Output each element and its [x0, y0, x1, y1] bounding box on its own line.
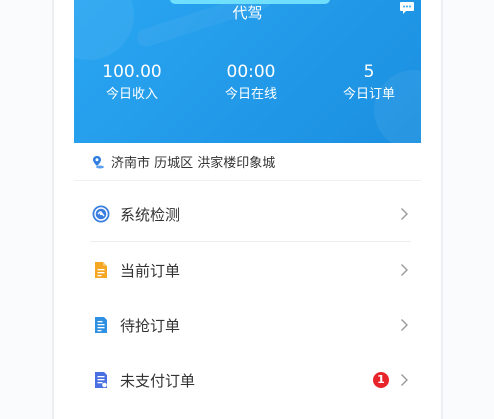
- chat-bubble-icon[interactable]: [399, 1, 415, 15]
- stat-value: 100.00: [102, 62, 162, 82]
- menu-item-label: 系统检测: [120, 205, 181, 224]
- stat-label: 今日订单: [342, 87, 395, 102]
- stat-value: 5: [363, 62, 375, 82]
- menu-item-system-check[interactable]: 系统检测: [74, 186, 421, 242]
- page-title: 代驾: [232, 4, 263, 22]
- stat-label: 今日收入: [105, 87, 158, 102]
- stat-today-online: 00:00 今日在线: [196, 62, 306, 104]
- frame-background-left: [0, 0, 52, 419]
- menu-item-unpaid-orders[interactable]: 未支付订单 1: [74, 352, 421, 408]
- unpaid-order-icon: [95, 372, 107, 388]
- pending-order-icon: [95, 317, 107, 333]
- unread-count-badge: 1: [373, 372, 389, 388]
- dashboard-header: 代驾 100.00 今日收入 00:00 今日在线 5 今日订单: [74, 0, 421, 143]
- app-screen: 代驾 100.00 今日收入 00:00 今日在线 5 今日订单 济南市 历城区…: [54, 0, 441, 419]
- location-bar[interactable]: 济南市 历城区 洪家楼印象城: [74, 143, 421, 181]
- menu-item-label: 待抢订单: [120, 316, 181, 335]
- menu-item-current-orders[interactable]: 当前订单: [74, 242, 421, 298]
- chevron-right-icon: [401, 319, 408, 331]
- chevron-right-icon: [401, 208, 408, 220]
- stat-today-orders: 5 今日订单: [314, 62, 421, 104]
- frame-edge-right: [441, 0, 443, 419]
- chevron-right-icon: [401, 264, 408, 276]
- system-check-icon: [92, 205, 110, 223]
- menu-item-pending-orders[interactable]: 待抢订单: [74, 297, 421, 353]
- current-order-icon: [95, 262, 107, 278]
- stat-today-income: 100.00 今日收入: [77, 62, 187, 104]
- chevron-right-icon: [401, 374, 408, 386]
- frame-background-right: [443, 0, 494, 419]
- stat-value: 00:00: [226, 62, 276, 82]
- stat-label: 今日在线: [224, 87, 277, 102]
- location-pin-icon: [93, 155, 104, 168]
- menu-item-label: 当前订单: [120, 261, 181, 280]
- current-address: 济南市 历城区 洪家楼印象城: [111, 156, 276, 171]
- menu-item-label: 未支付订单: [120, 371, 196, 390]
